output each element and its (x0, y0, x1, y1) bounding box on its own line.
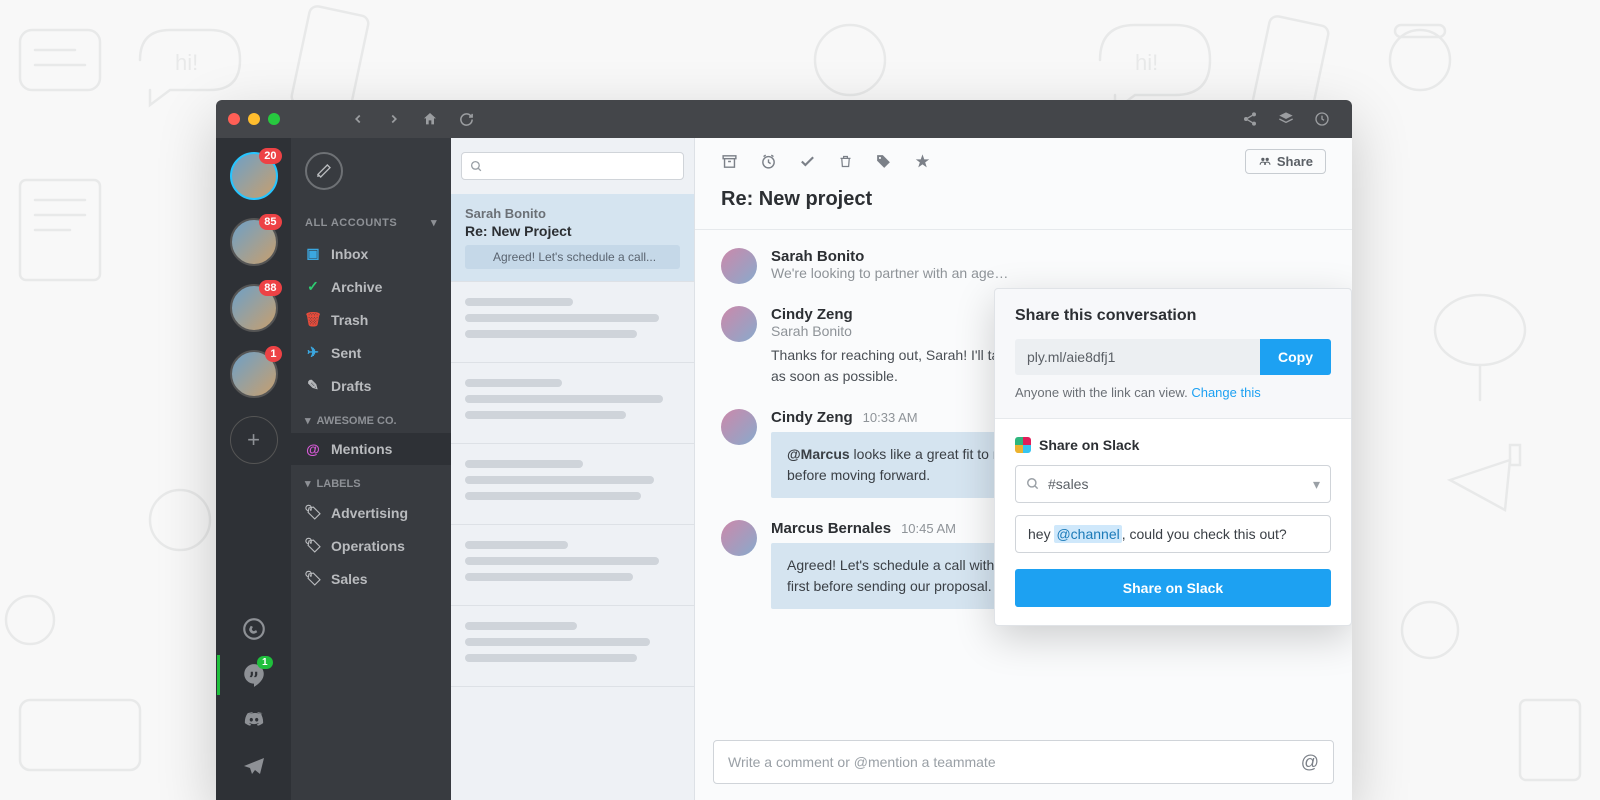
sidebar-item-trash[interactable]: 🗑Trash (291, 303, 451, 336)
thread-item-placeholder[interactable] (451, 525, 694, 606)
search-icon (1026, 477, 1040, 491)
message-toolbar: Share (695, 138, 1352, 184)
sidebar-item-sent[interactable]: ✈Sent (291, 336, 451, 369)
history-icon[interactable] (1304, 101, 1340, 137)
thread-item-placeholder[interactable] (451, 444, 694, 525)
window-controls (228, 113, 280, 125)
account-rail: 20 85 88 1 + 1 (216, 138, 291, 800)
add-account-button[interactable]: + (230, 416, 278, 464)
layers-icon[interactable] (1268, 101, 1304, 137)
search-input[interactable] (461, 152, 684, 180)
avatar (721, 248, 757, 284)
svg-text:hi!: hi! (1135, 50, 1158, 75)
tag-icon: 🏷 (305, 537, 321, 554)
tag-icon: 🏷 (305, 504, 321, 521)
avatar-icon (471, 249, 487, 265)
share-nav-icon[interactable] (1232, 101, 1268, 137)
share-link-input[interactable] (1015, 339, 1260, 375)
discord-icon[interactable] (241, 708, 267, 734)
sidebar-item-drafts[interactable]: ✎Drafts (291, 369, 451, 402)
label-icon[interactable] (875, 153, 892, 170)
share-popover: Share this conversation Copy Anyone with… (994, 288, 1352, 626)
forward-button[interactable] (376, 101, 412, 137)
label-sales[interactable]: 🏷Sales (291, 562, 451, 595)
thread-item-placeholder[interactable] (451, 363, 694, 444)
all-accounts-header[interactable]: ALL ACCOUNTS▾ (291, 208, 451, 237)
label-operations[interactable]: 🏷Operations (291, 529, 451, 562)
snooze-icon[interactable] (760, 153, 777, 170)
labels-header[interactable]: ▾ LABELS (291, 465, 451, 496)
compose-button[interactable] (305, 152, 343, 190)
mention-icon: @ (1301, 752, 1319, 773)
chevron-down-icon: ▾ (1313, 476, 1320, 493)
hangouts-icon[interactable]: 1 (241, 662, 267, 688)
star-icon[interactable] (914, 153, 931, 170)
archive-icon[interactable] (721, 153, 738, 170)
thread-list: Sarah Bonito Re: New Project Agreed! Let… (451, 138, 695, 800)
account-avatar-1[interactable]: 20 (230, 152, 278, 200)
whatsapp-icon[interactable] (241, 616, 267, 642)
app-window: 20 85 88 1 + 1 ALL ACCOUNTS▾ ▣Inbox ✓Arc… (216, 100, 1352, 800)
copy-button[interactable]: Copy (1260, 339, 1331, 375)
avatar (721, 409, 757, 445)
thread-item-placeholder[interactable] (451, 606, 694, 687)
share-button[interactable]: Share (1245, 149, 1326, 174)
back-button[interactable] (340, 101, 376, 137)
chevron-down-icon: ▾ (431, 216, 437, 229)
account-avatar-2[interactable]: 85 (230, 218, 278, 266)
account-avatar-3[interactable]: 88 (230, 284, 278, 332)
account-avatar-4[interactable]: 1 (230, 350, 278, 398)
conversation-subject: Re: New project (695, 184, 1352, 230)
minimize-window-icon[interactable] (248, 113, 260, 125)
telegram-icon[interactable] (241, 754, 267, 780)
mention-icon: @ (305, 441, 321, 457)
maximize-window-icon[interactable] (268, 113, 280, 125)
titlebar (216, 100, 1352, 138)
message: Sarah BonitoWe're looking to partner wit… (721, 248, 1326, 284)
send-icon: ✈ (305, 344, 321, 361)
close-window-icon[interactable] (228, 113, 240, 125)
thread-item-selected[interactable]: Sarah Bonito Re: New Project Agreed! Let… (451, 194, 694, 282)
share-title: Share this conversation (1015, 307, 1331, 325)
home-button[interactable] (412, 101, 448, 137)
delete-icon[interactable] (838, 153, 853, 170)
share-on-slack-button[interactable]: Share on Slack (1015, 569, 1331, 607)
inbox-icon: ▣ (305, 245, 321, 262)
permission-text: Anyone with the link can view. Change th… (1015, 385, 1331, 400)
trash-icon: 🗑 (305, 311, 321, 328)
slack-channel-select[interactable]: #sales▾ (1015, 465, 1331, 503)
svg-text:hi!: hi! (175, 50, 198, 75)
group-header[interactable]: ▾ AWESOME CO. (291, 402, 451, 433)
thread-item-placeholder[interactable] (451, 282, 694, 363)
done-icon[interactable] (799, 153, 816, 170)
comment-input[interactable]: Write a comment or @mention a teammate@ (713, 740, 1334, 784)
avatar (721, 520, 757, 556)
reload-button[interactable] (448, 101, 484, 137)
slack-icon (1015, 437, 1031, 453)
avatar (721, 306, 757, 342)
tag-icon: 🏷 (305, 570, 321, 587)
pencil-icon: ✎ (305, 377, 321, 394)
sidebar-item-mentions[interactable]: @Mentions (291, 433, 451, 465)
check-icon: ✓ (305, 278, 321, 295)
change-permission-link[interactable]: Change this (1191, 385, 1260, 400)
sidebar-item-inbox[interactable]: ▣Inbox (291, 237, 451, 270)
folder-sidebar: ALL ACCOUNTS▾ ▣Inbox ✓Archive 🗑Trash ✈Se… (291, 138, 451, 800)
label-advertising[interactable]: 🏷Advertising (291, 496, 451, 529)
sidebar-item-archive[interactable]: ✓Archive (291, 270, 451, 303)
slack-message-input[interactable]: hey @channel, could you check this out? (1015, 515, 1331, 553)
